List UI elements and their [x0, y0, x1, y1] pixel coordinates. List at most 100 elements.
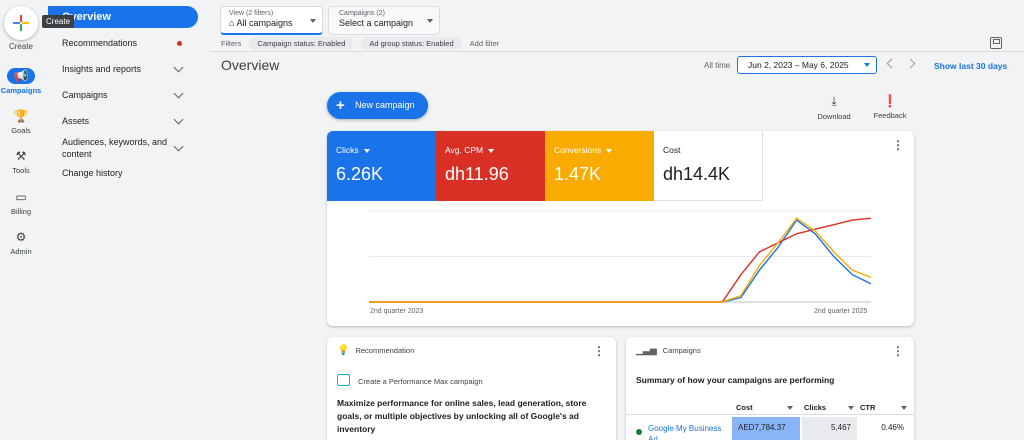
rail-label: Goals: [11, 126, 31, 135]
column-header-clicks[interactable]: Clicks: [804, 403, 826, 412]
campaigns-card: ▁▃▅ Campaigns ⋮ Summary of how your camp…: [626, 337, 914, 440]
nav-item-campaigns[interactable]: Campaigns: [62, 88, 186, 100]
rail-item-campaigns[interactable]: 📢 Campaigns: [0, 68, 42, 95]
divider: [626, 414, 914, 415]
view-selector[interactable]: View (2 filters) ⌂ All campaigns: [220, 6, 323, 35]
rail-item-goals[interactable]: 🏆 Goals: [0, 108, 42, 135]
lightbulb-icon: 💡: [337, 345, 350, 356]
rail-item-tools[interactable]: ⚒ Tools: [0, 148, 42, 175]
nav-item-recommendations[interactable]: Recommendations: [62, 38, 186, 48]
dropdown-arrow-icon: [864, 63, 870, 67]
nav-label: Change history: [62, 168, 123, 178]
nav-item-audiences[interactable]: Audiences, keywords, and content: [62, 136, 186, 160]
campaign-select-value: Select a campaign: [339, 18, 414, 28]
metric-cost[interactable]: Cost dh14.4K: [654, 131, 763, 201]
column-header-ctr[interactable]: CTR: [860, 403, 875, 412]
recommendation-link[interactable]: Create a Performance Max campaign: [358, 377, 483, 386]
chevron-down-icon: [173, 114, 184, 125]
building-icon: ⌂: [229, 18, 235, 28]
chevron-down-icon: [173, 88, 184, 99]
nav-label: Campaigns: [62, 90, 108, 100]
plus-icon: +: [336, 97, 345, 114]
view-label: View (2 filters): [229, 10, 274, 17]
metric-label: Clicks: [336, 145, 359, 155]
metric-value: dh11.96: [445, 164, 509, 184]
sort-arrow-icon: [901, 406, 907, 410]
download-button[interactable]: ⤓ Download: [812, 94, 856, 121]
next-period-icon[interactable]: [905, 58, 916, 69]
metric-clicks[interactable]: Clicks 6.26K: [327, 131, 436, 201]
new-campaign-label: New campaign: [355, 100, 415, 110]
credit-card-icon: ▭: [15, 190, 27, 204]
save-icon[interactable]: [990, 37, 1002, 49]
show-last-30-days-link[interactable]: Show last 30 days: [934, 61, 1007, 71]
recommendation-body: Maximize performance for online sales, l…: [337, 398, 587, 434]
nav-item-insights[interactable]: Insights and reports: [62, 62, 186, 74]
date-range-picker[interactable]: Jun 2, 2023 – May 6, 2025: [737, 56, 877, 74]
metric-value: 1.47K: [554, 164, 602, 184]
rail-item-billing[interactable]: ▭ Billing: [0, 189, 42, 216]
rail-label: Admin: [10, 247, 32, 256]
series-line-2: [369, 217, 872, 303]
sort-arrow-icon: [787, 406, 793, 410]
gear-icon: ⚙: [15, 230, 27, 244]
recommendation-card: 💡 Recommendation ⋮ Create a Performance …: [327, 337, 616, 440]
create-button[interactable]: [4, 6, 38, 40]
card-title: Campaigns: [662, 346, 701, 355]
ctr-cell: 0.46%: [881, 423, 904, 432]
trophy-icon: 🏆: [13, 109, 29, 123]
filter-chip[interactable]: Campaign status: Enabled: [249, 37, 354, 50]
tools-icon: ⚒: [15, 149, 27, 163]
page-title: Overview: [221, 57, 280, 73]
nav-label: Assets: [62, 116, 90, 126]
metric-label: Avg. CPM: [445, 145, 484, 155]
metric-value: 6.26K: [336, 164, 384, 184]
header-label: CTR: [860, 403, 876, 412]
feedback-icon: ❗: [882, 94, 898, 108]
download-label: Download: [817, 112, 851, 121]
megaphone-icon: 📢: [7, 68, 35, 84]
x-tick-label: 2nd quarter 2023: [370, 308, 424, 315]
performance-chart-card: Clicks 6.26K Avg. CPM dh11.96 Conversion…: [327, 131, 914, 326]
filter-chip[interactable]: Ad group status: Enabled: [361, 37, 462, 50]
nav-item-assets[interactable]: Assets: [62, 114, 186, 126]
status-dot-icon: [636, 429, 642, 435]
divider: [210, 51, 1024, 52]
view-value: All campaigns: [236, 18, 293, 28]
create-tooltip: Create: [42, 15, 75, 28]
metric-avg-cpm[interactable]: Avg. CPM dh11.96: [436, 131, 545, 201]
chevron-down-icon: [173, 141, 184, 152]
campaign-selector[interactable]: Campaigns (2) Select a campaign: [328, 6, 440, 35]
more-vert-icon[interactable]: ⋮: [892, 139, 904, 151]
notification-dot: [177, 40, 182, 46]
nav-item-change-history[interactable]: Change history: [62, 168, 186, 178]
card-title: Recommendation: [355, 346, 415, 355]
new-campaign-button[interactable]: + New campaign: [327, 92, 428, 119]
create-label: Create: [8, 42, 33, 51]
series-line-1: [369, 217, 872, 303]
campaign-name-link[interactable]: Google My Business Ad: [648, 423, 728, 440]
cost-cell: AED7,784.37: [732, 417, 800, 440]
nav-label: Recommendations: [62, 38, 138, 48]
dropdown-arrow-icon: [606, 148, 613, 153]
rail-label: Campaigns: [0, 86, 42, 95]
metric-label: Conversions: [554, 145, 602, 155]
feedback-button[interactable]: ❗ Feedback: [868, 94, 912, 120]
more-vert-icon[interactable]: ⋮: [892, 345, 904, 357]
header-label: Clicks: [804, 403, 827, 412]
add-filter-button[interactable]: Add filter: [470, 39, 500, 48]
more-vert-icon[interactable]: ⋮: [593, 345, 605, 357]
dropdown-arrow-icon: [363, 148, 370, 153]
campaign-select-label: Campaigns (2): [339, 10, 385, 17]
rail-item-admin[interactable]: ⚙ Admin: [0, 229, 42, 256]
metric-conversions[interactable]: Conversions 1.47K: [545, 131, 654, 201]
download-icon: ⤓: [831, 94, 837, 108]
dropdown-arrow-icon: [310, 19, 316, 23]
sort-arrow-icon: [848, 406, 854, 410]
filters-row: Filters Campaign status: Enabled Ad grou…: [221, 37, 499, 50]
prev-period-icon[interactable]: [886, 58, 897, 69]
nav-label: Audiences, keywords, and content: [62, 137, 168, 159]
date-range-value: Jun 2, 2023 – May 6, 2025: [748, 60, 849, 70]
column-header-cost[interactable]: Cost: [736, 403, 753, 412]
rail-label: Billing: [10, 207, 31, 216]
